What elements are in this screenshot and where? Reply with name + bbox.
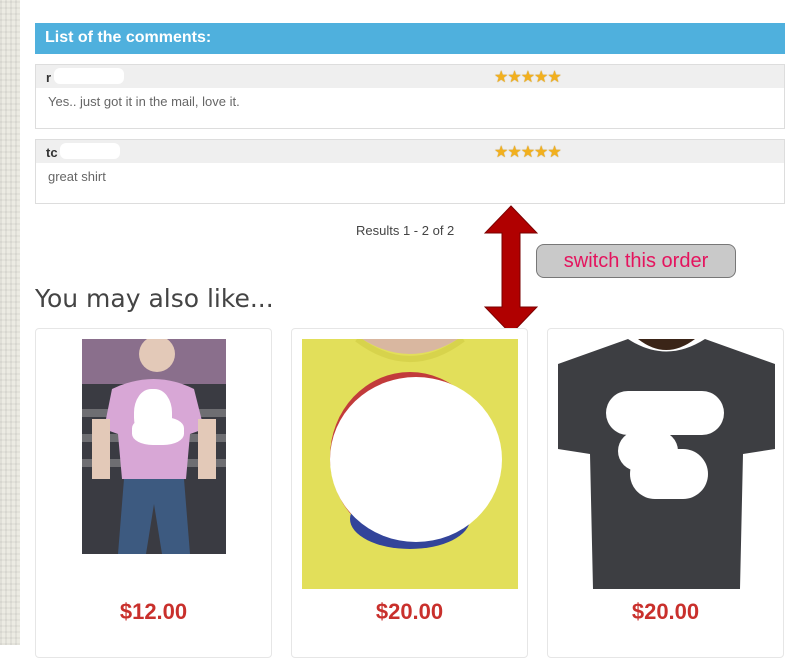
product-card[interactable]: $12.00: [35, 328, 272, 658]
comment-text: Yes.. just got it in the mail, love it.: [48, 94, 240, 109]
comment-text: great shirt: [48, 169, 106, 184]
comment-item: r ★★★★★ Yes.. just got it in the mail, l…: [35, 64, 785, 129]
product-card[interactable]: $20.00: [547, 328, 784, 658]
product-photo: [82, 339, 226, 554]
comment-header: tc ★★★★★: [36, 140, 784, 163]
product-price: $20.00: [375, 599, 444, 624]
product-price: $20.00: [631, 599, 700, 624]
rating-stars: ★★★★★: [494, 144, 562, 161]
product-card[interactable]: $20.00: [291, 328, 528, 658]
comments-header-title: List of the comments:: [45, 29, 212, 46]
comment-author: tc: [46, 145, 58, 160]
redaction-mask: [606, 391, 724, 435]
page-left-border: [0, 0, 20, 645]
redaction-mask: [54, 68, 124, 84]
product-price: $12.00: [119, 599, 188, 624]
comments-header: List of the comments:: [35, 23, 785, 54]
redaction-mask: [330, 377, 502, 542]
comment-author: r: [46, 70, 52, 85]
double-arrow-icon: [484, 205, 538, 335]
product-image[interactable]: [82, 339, 226, 554]
also-like-heading: You may also like...: [35, 284, 274, 313]
annotation-note: switch this order: [536, 244, 736, 278]
product-image[interactable]: [302, 339, 518, 589]
rating-stars: ★★★★★: [494, 69, 562, 86]
comment-item: tc ★★★★★ great shirt: [35, 139, 785, 204]
annotation-note-text: switch this order: [563, 249, 709, 272]
redaction-mask: [60, 143, 120, 159]
product-image[interactable]: [558, 339, 775, 589]
redaction-mask: [630, 449, 708, 499]
redaction-mask: [132, 417, 184, 445]
results-count: Results 1 - 2 of 2: [356, 223, 455, 238]
comment-header: r ★★★★★: [36, 65, 784, 88]
